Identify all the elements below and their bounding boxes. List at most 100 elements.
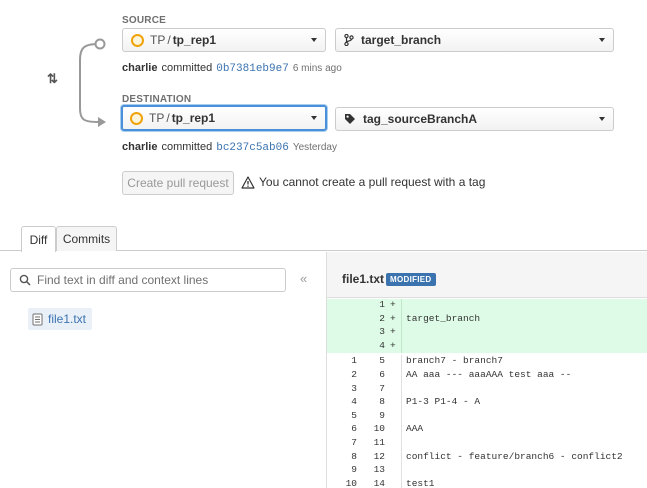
destination-branch-name: tag_sourceBranchA xyxy=(363,112,478,126)
commit-verb: committed xyxy=(161,141,213,153)
search-icon xyxy=(19,274,31,286)
gutter-divider xyxy=(401,464,402,478)
diff-marker: + xyxy=(390,312,396,324)
gutter-divider xyxy=(401,339,402,354)
diff-line-added[interactable]: 3 + xyxy=(327,326,647,340)
create-pull-request-button[interactable]: Create pull request xyxy=(122,171,234,195)
gutter-divider xyxy=(401,299,402,313)
new-line-number: 5 xyxy=(379,355,385,367)
status-badge: MODIFIED xyxy=(386,273,436,286)
new-line-number: 13 xyxy=(373,464,385,476)
gutter-divider xyxy=(401,382,402,397)
destination-label: DESTINATION xyxy=(122,94,192,105)
repo-separator: / xyxy=(167,33,171,47)
commit-time: 6 mins ago xyxy=(292,63,342,74)
gutter-divider xyxy=(401,436,402,451)
new-line-number: 2 xyxy=(379,312,385,324)
diff-file-name: file1.txt xyxy=(342,272,385,286)
tab-bar: Diff Commits xyxy=(0,226,647,252)
file-icon xyxy=(32,313,43,325)
old-line-number: 4 xyxy=(351,396,357,408)
source-repo-name: tp_rep1 xyxy=(172,33,217,47)
chevron-down-icon xyxy=(599,117,605,121)
new-line-number: 12 xyxy=(373,450,385,462)
commit-time: Yesterday xyxy=(292,142,337,153)
old-line-number: 1 xyxy=(351,355,357,367)
gutter-divider xyxy=(401,409,402,424)
commit-hash-link[interactable]: 0b7381eb9e7 xyxy=(216,63,289,75)
tab-diff[interactable]: Diff xyxy=(21,226,56,252)
diff-line-context[interactable]: 1 5 branch7 - branch7 xyxy=(327,355,647,369)
diff-line-added[interactable]: 1 + xyxy=(327,299,647,313)
old-line-number: 2 xyxy=(351,368,357,380)
diff-line-context[interactable]: 6 10 AAA xyxy=(327,423,647,437)
file-tree-item-label: file1.txt xyxy=(48,312,87,326)
diff-marker: + xyxy=(390,299,396,310)
destination-commit-info: charlie committed bc237c5ab06 Yesterday xyxy=(122,141,337,154)
diff-line-context[interactable]: 59 xyxy=(327,409,647,424)
line-code: AA aaa --- aaaAAA test aaa -- xyxy=(406,368,572,380)
diff-line-added[interactable]: 2 + target_branch xyxy=(327,312,647,327)
old-line-number: 7 xyxy=(351,436,357,448)
tab-commits[interactable]: Commits xyxy=(56,226,117,251)
diff-line-context[interactable]: 8 12 conflict - feature/branch6 - conflict… xyxy=(327,450,647,465)
gutter-divider xyxy=(401,368,402,383)
warning-text: You cannot create a pull request with a … xyxy=(259,175,486,189)
search-input[interactable] xyxy=(37,273,277,287)
commit-hash-link[interactable]: bc237c5ab06 xyxy=(216,142,289,154)
destination-repo-name: tp_rep1 xyxy=(171,111,216,125)
new-line-number: 11 xyxy=(373,436,385,448)
tag-icon xyxy=(344,113,356,125)
destination-repo-select[interactable]: TP / tp_rep1 xyxy=(121,105,327,131)
old-line-number: 5 xyxy=(351,409,357,421)
diff-line-context[interactable]: 9 13 xyxy=(327,464,647,478)
chevron-down-icon xyxy=(311,38,317,42)
diff-line-context[interactable]: 4 8 P1-3 P1-4 - A xyxy=(327,396,647,410)
old-line-number: 6 xyxy=(351,423,357,435)
old-line-number: 9 xyxy=(351,464,357,476)
new-line-number: 14 xyxy=(373,477,385,488)
warning-icon xyxy=(241,175,255,189)
collapse-sidebar-button[interactable]: « xyxy=(300,271,307,286)
destination-project-key: TP xyxy=(149,111,165,125)
diff-line-context[interactable]: 10 14 test1 xyxy=(327,477,647,488)
file-tree-item[interactable]: file1.txt xyxy=(28,308,93,330)
source-repo-select[interactable]: TP / tp_rep1 xyxy=(122,28,326,52)
old-line-number: 8 xyxy=(351,450,357,462)
new-line-number: 9 xyxy=(379,409,385,421)
diff-line-context[interactable]: 2 6 AA aaa --- aaaAAA test aaa -- xyxy=(327,368,647,383)
swap-branches-button[interactable]: ⇅ xyxy=(47,71,58,87)
gutter-divider xyxy=(401,423,402,437)
new-line-number: 7 xyxy=(379,382,385,394)
chevron-down-icon xyxy=(311,116,317,120)
line-code: test1 xyxy=(406,477,435,488)
destination-branch-select[interactable]: tag_sourceBranchA xyxy=(335,107,614,131)
source-commit-info: charlie committed 0b7381eb9e7 6 mins ago xyxy=(122,62,342,75)
diff-line-added[interactable]: 4 + xyxy=(327,339,647,354)
new-line-number: 8 xyxy=(379,396,385,408)
source-branch-select[interactable]: target_branch xyxy=(335,28,614,52)
line-code: target_branch xyxy=(406,312,481,324)
new-line-number: 1 xyxy=(379,299,385,310)
old-line-number: 3 xyxy=(351,382,357,394)
chevron-down-icon xyxy=(599,38,605,42)
new-line-number: 3 xyxy=(379,326,385,338)
branch-icon xyxy=(344,34,354,46)
gutter-divider xyxy=(401,396,402,410)
old-line-number: 10 xyxy=(345,477,357,488)
diff-content: 1 +2 + target_branch 3 +4 +1 5 branch7 - branch7… xyxy=(327,299,647,488)
commit-author: charlie xyxy=(122,62,158,74)
new-line-number: 6 xyxy=(379,368,385,380)
commit-verb: committed xyxy=(161,62,213,74)
source-label: SOURCE xyxy=(122,15,166,26)
source-branch-name: target_branch xyxy=(361,33,442,47)
tag-warning: You cannot create a pull request with a … xyxy=(241,175,485,189)
commit-author: charlie xyxy=(122,141,158,153)
line-code: AAA xyxy=(406,423,424,435)
diff-line-context[interactable]: 7 11 xyxy=(327,436,647,451)
gutter-divider xyxy=(401,477,402,488)
repository-icon xyxy=(131,33,144,47)
swap-connector xyxy=(79,38,106,127)
diff-line-context[interactable]: 37 xyxy=(327,382,647,397)
diff-search-box[interactable] xyxy=(10,268,286,292)
